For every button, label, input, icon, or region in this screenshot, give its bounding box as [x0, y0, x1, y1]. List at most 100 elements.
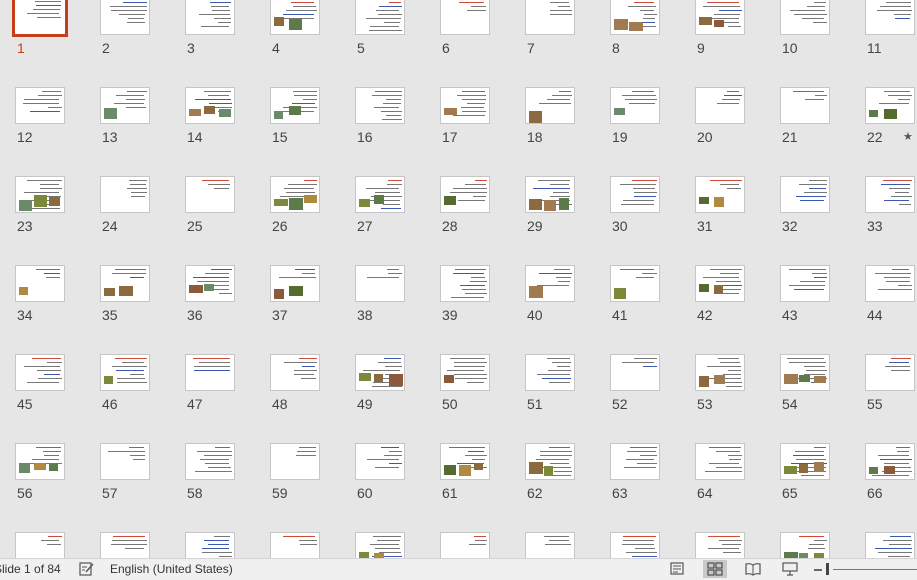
- slide-thumbnail[interactable]: [610, 532, 660, 558]
- slide-thumbnail[interactable]: [15, 532, 65, 558]
- slide-show-icon[interactable]: [780, 561, 800, 577]
- thumbnail-picture: [359, 373, 371, 381]
- slide-thumbnail[interactable]: [610, 87, 660, 124]
- slide-thumbnail[interactable]: [100, 0, 150, 35]
- slide-thumbnail[interactable]: [440, 443, 490, 480]
- slide-thumbnail[interactable]: [355, 532, 405, 558]
- thumbnail-text-line: [387, 184, 402, 185]
- slide-thumbnail[interactable]: [440, 176, 490, 213]
- slide-thumbnail[interactable]: [865, 354, 915, 391]
- slide-thumbnail[interactable]: [185, 354, 235, 391]
- slide-thumbnail[interactable]: [865, 176, 915, 213]
- slide-thumbnail[interactable]: [100, 354, 150, 391]
- slide-thumbnail[interactable]: [12, 0, 68, 37]
- normal-view-icon[interactable]: [667, 561, 687, 577]
- slide-thumbnail[interactable]: [695, 176, 745, 213]
- zoom-slider-thumb[interactable]: [826, 563, 829, 575]
- slide-number: 7: [527, 40, 535, 56]
- slide-thumbnail[interactable]: [780, 354, 830, 391]
- slide-thumbnail[interactable]: [525, 87, 575, 124]
- slide-thumbnail[interactable]: [100, 532, 150, 558]
- thumbnail-text-line: [622, 95, 656, 96]
- slide-thumbnail[interactable]: [270, 0, 320, 35]
- thumbnail-text-line: [453, 115, 485, 116]
- slide-thumbnail[interactable]: [525, 443, 575, 480]
- slide-thumbnail[interactable]: [440, 265, 490, 302]
- slide-thumbnail[interactable]: [185, 443, 235, 480]
- slide-thumbnail[interactable]: [185, 176, 235, 213]
- slide-thumbnail[interactable]: [695, 354, 745, 391]
- slide-thumbnail[interactable]: [695, 443, 745, 480]
- slide-thumbnail[interactable]: [865, 265, 915, 302]
- slide-number: 1: [17, 40, 25, 56]
- spell-check-notes-icon[interactable]: [78, 561, 96, 577]
- thumbnail-text-line: [210, 2, 231, 3]
- slide-thumbnail[interactable]: [525, 532, 575, 558]
- slide-thumbnail[interactable]: [100, 443, 150, 480]
- slide-thumbnail[interactable]: [185, 532, 235, 558]
- slide-thumbnail[interactable]: [780, 265, 830, 302]
- thumbnail-text-line: [378, 362, 401, 363]
- slide-thumbnail[interactable]: [780, 176, 830, 213]
- slide-number: 41: [612, 307, 628, 323]
- slide-thumbnail[interactable]: [355, 354, 405, 391]
- slide-thumbnail[interactable]: [100, 87, 150, 124]
- slide-thumbnail[interactable]: [270, 443, 320, 480]
- slide-thumbnail[interactable]: [610, 0, 660, 35]
- slide-thumbnail[interactable]: [865, 443, 915, 480]
- zoom-slider-track[interactable]: [833, 569, 917, 570]
- slide-thumbnail[interactable]: [185, 87, 235, 124]
- slide-thumbnail[interactable]: [695, 265, 745, 302]
- reading-view-icon[interactable]: [743, 561, 763, 577]
- slide-thumbnail[interactable]: [270, 354, 320, 391]
- thumbnail-picture: [289, 19, 302, 30]
- slide-thumbnail[interactable]: [15, 176, 65, 213]
- slide-thumbnail[interactable]: [780, 87, 830, 124]
- zoom-out-icon[interactable]: [812, 561, 824, 577]
- slide-thumbnail[interactable]: [780, 443, 830, 480]
- slide-thumbnail[interactable]: [15, 354, 65, 391]
- slide-thumbnail[interactable]: [610, 265, 660, 302]
- slide-thumbnail[interactable]: [695, 532, 745, 558]
- slide-thumbnail[interactable]: [865, 532, 915, 558]
- thumbnail-text-line: [877, 10, 912, 11]
- slide-thumbnail[interactable]: [355, 0, 405, 35]
- slide-thumbnail[interactable]: [695, 0, 745, 35]
- slide-thumbnail[interactable]: [610, 443, 660, 480]
- slide-thumbnail[interactable]: [865, 0, 915, 35]
- slide-thumbnail[interactable]: [440, 0, 490, 35]
- slide-thumbnail[interactable]: [100, 176, 150, 213]
- slide-thumbnail[interactable]: [780, 532, 830, 558]
- slide-thumbnail[interactable]: [185, 265, 235, 302]
- slide-sorter-pane[interactable]: 1 2 3 4 5 6 7 8 9 10 11 12 13 14 15 16 17 18 19 20 21 22 ★ 23 24…: [0, 0, 917, 558]
- slide-thumbnail[interactable]: [610, 176, 660, 213]
- slide-thumbnail[interactable]: [525, 176, 575, 213]
- slide-thumbnail[interactable]: [440, 532, 490, 558]
- slide-thumbnail[interactable]: [270, 176, 320, 213]
- slide-thumbnail[interactable]: [440, 354, 490, 391]
- slide-thumbnail[interactable]: [695, 87, 745, 124]
- slide-thumbnail[interactable]: [610, 354, 660, 391]
- slide-thumbnail[interactable]: [525, 265, 575, 302]
- slide-thumbnail[interactable]: [100, 265, 150, 302]
- slide-thumbnail[interactable]: [185, 0, 235, 35]
- slide-thumbnail[interactable]: [355, 87, 405, 124]
- slide-thumbnail[interactable]: [525, 354, 575, 391]
- slide-thumbnail[interactable]: [355, 265, 405, 302]
- slide-thumbnail[interactable]: [15, 443, 65, 480]
- slide-thumbnail[interactable]: [270, 265, 320, 302]
- slide-thumbnail[interactable]: [355, 443, 405, 480]
- slide-thumbnail[interactable]: [270, 532, 320, 558]
- slide-thumbnail[interactable]: [15, 87, 65, 124]
- slide-thumbnail[interactable]: [15, 265, 65, 302]
- slide-thumbnail[interactable]: [270, 87, 320, 124]
- slide-thumbnail[interactable]: [780, 0, 830, 35]
- slide-thumbnail[interactable]: [525, 0, 575, 35]
- language-status[interactable]: English (United States): [110, 562, 233, 577]
- thumbnail-text-line: [292, 103, 315, 104]
- slide-sorter-icon[interactable]: [703, 560, 727, 578]
- slide-thumbnail[interactable]: [440, 87, 490, 124]
- slide-thumbnail[interactable]: [865, 87, 915, 124]
- thumbnail-text-line: [301, 378, 316, 379]
- slide-thumbnail[interactable]: [355, 176, 405, 213]
